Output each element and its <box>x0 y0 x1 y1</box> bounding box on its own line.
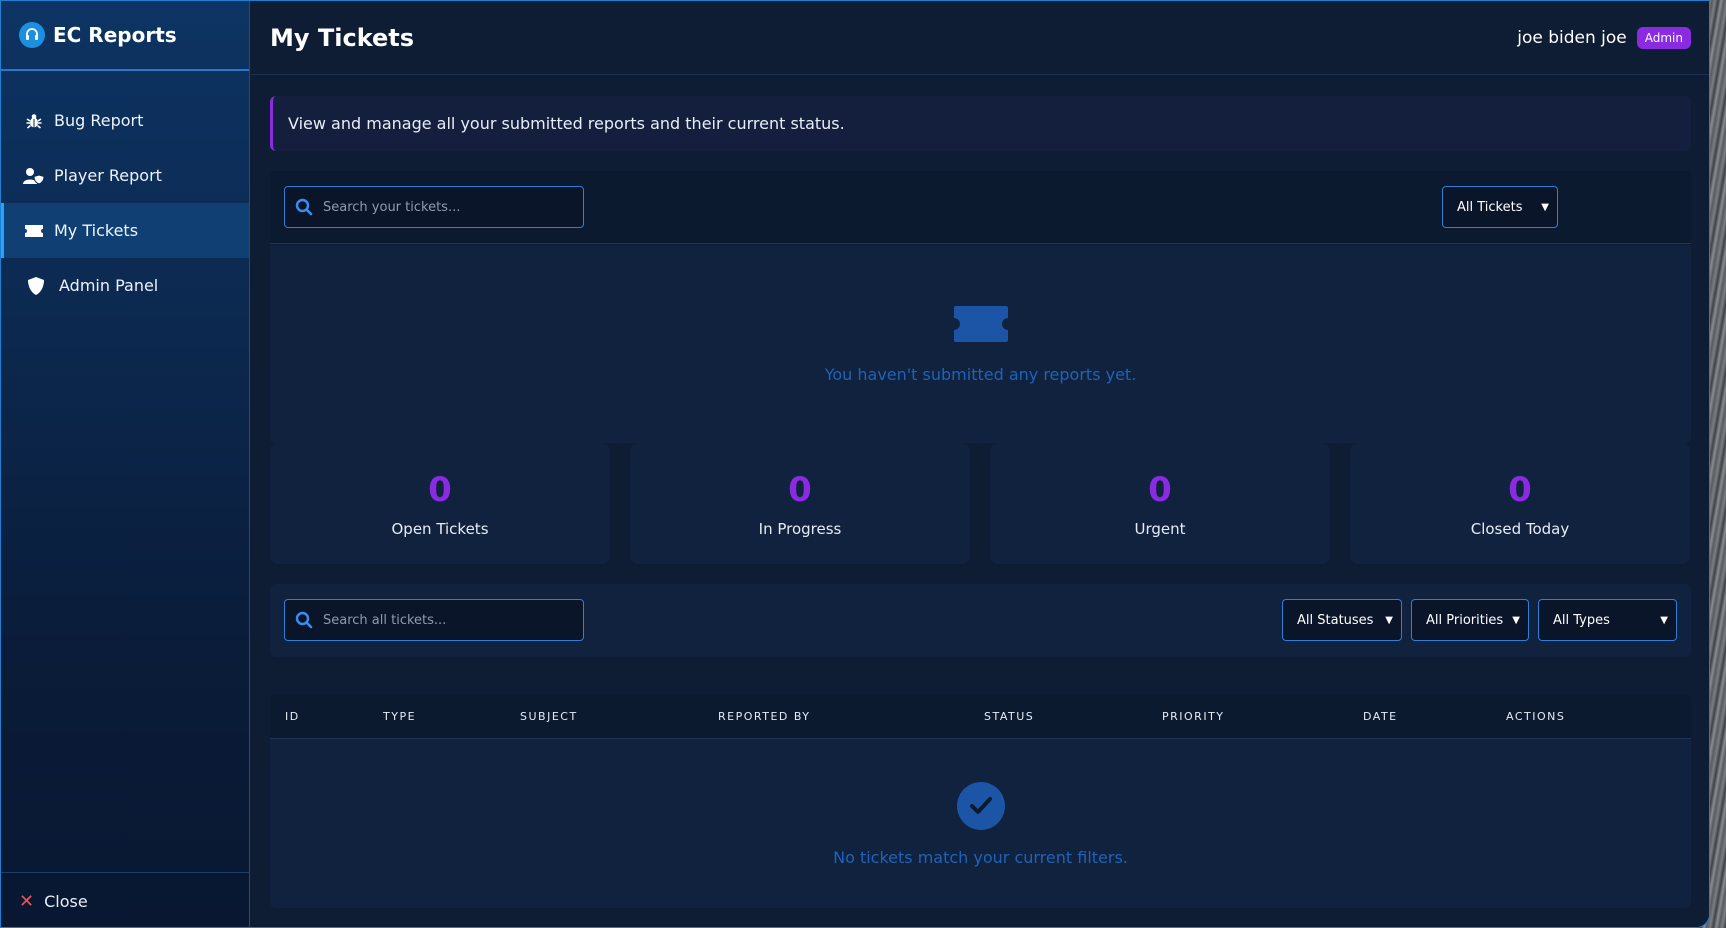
search-icon <box>295 611 313 629</box>
chevron-down-icon: ▼ <box>1660 614 1668 626</box>
stat-label: Urgent <box>1134 519 1186 538</box>
sidebar-item-bug-report[interactable]: Bug Report <box>1 93 249 148</box>
tickets-filter-value: All Tickets <box>1457 199 1523 215</box>
sidebar-nav: Bug Report Player Report My Tickets Admi… <box>1 93 249 313</box>
status-filter-value: All Statuses <box>1297 612 1374 628</box>
stat-label: In Progress <box>758 519 842 538</box>
page-title: My Tickets <box>270 23 415 52</box>
priority-filter-select[interactable]: All Priorities ▼ <box>1411 599 1529 641</box>
user-info: joe biden joe Admin <box>1517 26 1691 49</box>
column-header-subject[interactable]: SUBJECT <box>520 694 578 739</box>
column-header-actions: ACTIONS <box>1506 710 1566 723</box>
my-tickets-filter-bar: All Tickets ▼ <box>270 171 1691 244</box>
stat-card-open: 0 Open Tickets <box>270 443 610 564</box>
chevron-down-icon: ▼ <box>1541 201 1549 213</box>
empty-message: You haven't submitted any reports yet. <box>824 364 1137 384</box>
info-banner: View and manage all your submitted repor… <box>270 96 1691 151</box>
sidebar-item-label: My Tickets <box>54 221 139 240</box>
sidebar-item-label: Player Report <box>54 166 162 185</box>
ticket-icon <box>953 305 1009 347</box>
stat-card-closed-today: 0 Closed Today <box>1350 443 1690 564</box>
stat-value: 0 <box>788 469 812 510</box>
my-tickets-empty-state: You haven't submitted any reports yet. <box>270 245 1691 443</box>
sidebar-item-admin-panel[interactable]: Admin Panel <box>1 258 249 313</box>
stat-card-urgent: 0 Urgent <box>990 443 1330 564</box>
column-header-date[interactable]: DATE <box>1363 694 1398 739</box>
column-header-status[interactable]: STATUS <box>984 694 1034 739</box>
my-tickets-search-input[interactable] <box>323 199 563 215</box>
stat-value: 0 <box>428 469 452 510</box>
priority-filter-value: All Priorities <box>1426 612 1504 628</box>
brand-title: EC Reports <box>53 23 177 47</box>
tickets-table: ID TYPE SUBJECT REPORTED BY STATUS PRIOR… <box>270 694 1691 908</box>
tickets-filter-select[interactable]: All Tickets ▼ <box>1442 186 1558 228</box>
all-tickets-search-input[interactable] <box>323 612 563 628</box>
stats-row: 0 Open Tickets 0 In Progress 0 Urgent 0 … <box>270 443 1691 564</box>
search-icon <box>295 198 313 216</box>
all-tickets-search[interactable] <box>284 599 584 641</box>
sidebar-item-my-tickets[interactable]: My Tickets <box>1 203 249 258</box>
type-filter-select[interactable]: All Types ▼ <box>1538 599 1677 641</box>
shield-icon <box>25 276 47 296</box>
stat-value: 0 <box>1508 469 1532 510</box>
brand: EC Reports <box>1 1 249 71</box>
bug-icon <box>23 111 45 131</box>
table-empty-state: No tickets match your current filters. <box>270 740 1691 908</box>
column-header-reported-by[interactable]: REPORTED BY <box>718 694 811 739</box>
sidebar-item-label: Admin Panel <box>59 276 159 295</box>
role-badge: Admin <box>1636 26 1691 49</box>
column-header-priority[interactable]: PRIORITY <box>1162 694 1225 739</box>
stat-value: 0 <box>1148 469 1172 510</box>
my-tickets-search[interactable] <box>284 186 584 228</box>
all-tickets-filter-bar: All Statuses ▼ All Priorities ▼ All Type… <box>270 584 1691 657</box>
user-shield-icon <box>23 166 45 186</box>
close-label: Close <box>44 891 88 911</box>
stat-label: Closed Today <box>1470 519 1570 538</box>
app-window: EC Reports Bug Report Player Report My T… <box>0 0 1710 928</box>
stat-card-in-progress: 0 In Progress <box>630 443 970 564</box>
ticket-icon <box>23 221 45 241</box>
column-header-type[interactable]: TYPE <box>383 694 416 739</box>
main-content: My Tickets joe biden joe Admin View and … <box>251 1 1709 927</box>
user-name: joe biden joe <box>1517 27 1627 48</box>
empty-message: No tickets match your current filters. <box>833 847 1128 867</box>
topbar: My Tickets joe biden joe Admin <box>251 1 1709 75</box>
column-header-id[interactable]: ID <box>285 694 300 739</box>
chevron-down-icon: ▼ <box>1512 614 1520 626</box>
table-header: ID TYPE SUBJECT REPORTED BY STATUS PRIOR… <box>270 694 1691 739</box>
sidebar: EC Reports Bug Report Player Report My T… <box>1 1 250 927</box>
chevron-down-icon: ▼ <box>1385 614 1393 626</box>
sidebar-item-player-report[interactable]: Player Report <box>1 148 249 203</box>
close-button[interactable]: ✕ Close <box>1 872 250 927</box>
stat-label: Open Tickets <box>391 519 489 538</box>
type-filter-value: All Types <box>1553 612 1610 628</box>
sidebar-item-label: Bug Report <box>54 111 144 130</box>
status-filter-select[interactable]: All Statuses ▼ <box>1282 599 1402 641</box>
check-circle-icon <box>956 781 1005 830</box>
headset-icon <box>19 22 45 48</box>
close-icon: ✕ <box>19 890 35 912</box>
